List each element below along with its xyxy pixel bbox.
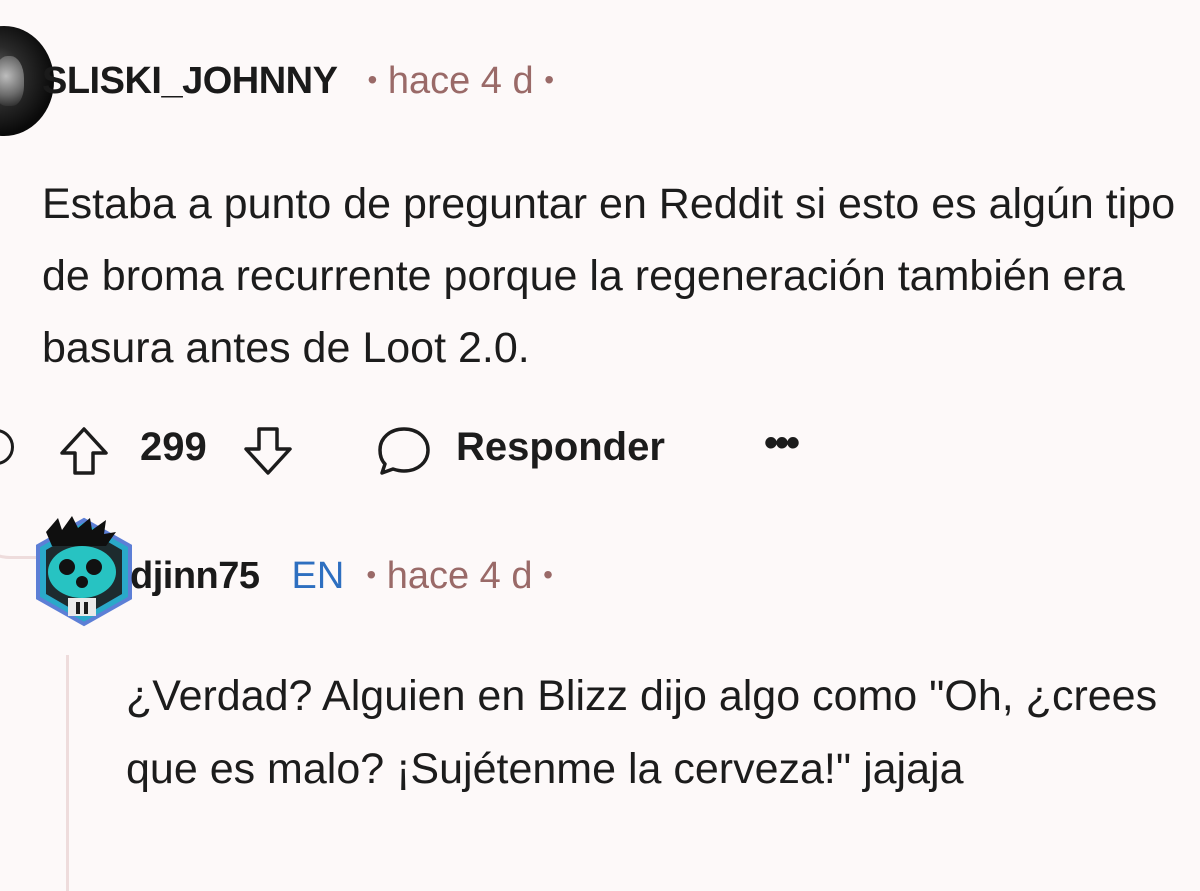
- arrow-down-icon[interactable]: [240, 423, 296, 479]
- reply-meta: • hace 4 d •: [366, 555, 553, 598]
- snoo-avatar-icon[interactable]: [32, 512, 136, 632]
- user-flair: EN: [291, 555, 345, 597]
- thread-line[interactable]: [66, 655, 69, 891]
- comment-thread: SLISKI_JOHNNY • hace 4 d • Estaba a punt…: [0, 0, 1200, 891]
- comment-meta: • hace 4 d •: [367, 60, 554, 103]
- comment-username[interactable]: SLISKI_JOHNNY: [42, 60, 338, 103]
- vote-score: 299: [140, 425, 207, 469]
- reply-body: ¿Verdad? Alguien en Blizz dijo algo como…: [126, 672, 1158, 793]
- comment-timestamp[interactable]: hace 4 d: [388, 60, 534, 102]
- reply-header: djinn75 EN • hace 4 d •: [130, 555, 553, 598]
- comment-action-bar: 299 Responder •••: [0, 415, 900, 485]
- separator-dot: •: [544, 64, 555, 95]
- speech-bubble-icon[interactable]: [376, 425, 432, 477]
- separator-dot: •: [543, 559, 553, 590]
- comment-header: SLISKI_JOHNNY • hace 4 d •: [42, 60, 554, 103]
- reply-username[interactable]: djinn75: [130, 555, 260, 598]
- reply-timestamp[interactable]: hace 4 d: [387, 555, 533, 597]
- separator-dot: •: [366, 559, 377, 590]
- avatar-face-image: [0, 56, 24, 106]
- collapse-thread-icon[interactable]: [0, 429, 14, 465]
- arrow-up-icon[interactable]: [56, 423, 112, 479]
- comment-body: Estaba a punto de preguntar en Reddit si…: [42, 180, 1176, 372]
- separator-dot: •: [367, 64, 378, 95]
- reply-button[interactable]: Responder: [456, 425, 665, 470]
- more-options-button[interactable]: •••: [764, 421, 800, 466]
